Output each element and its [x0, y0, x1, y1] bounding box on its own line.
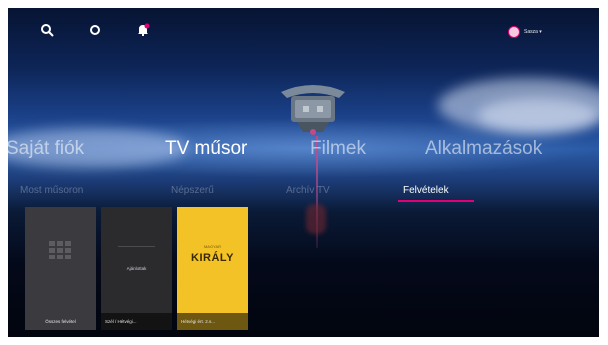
tile-recommended[interactable]: Ajánlottak Szél / Hétvégi... [101, 207, 172, 330]
profile-name: Sasza ▾ [524, 29, 542, 35]
tile-all-recordings[interactable]: Összes felvétel [25, 207, 96, 330]
tile-frame [118, 246, 155, 261]
notification-bell-icon[interactable] [135, 22, 151, 38]
airship-illustration [281, 85, 345, 135]
menu-item-sajat-fiok[interactable]: Saját fiók [8, 138, 84, 160]
settings-icon[interactable] [87, 22, 103, 38]
tab-felvetelek[interactable]: Felvételek [403, 185, 449, 196]
search-icon[interactable] [39, 22, 55, 38]
poster-title: KIRÁLY [191, 252, 234, 264]
poster-subtitle: MAGYAR [203, 244, 222, 249]
main-menu: Saját fiók TV műsor Filmek Alkalmazások [8, 138, 599, 168]
tab-nepszeru[interactable]: Népszerű [171, 185, 214, 196]
tile-caption: Szél / Hétvégi... [101, 313, 172, 330]
tile-kiraly-poster[interactable]: MAGYAR KIRÁLY Hétvégi ért. 2.s... [177, 207, 248, 330]
active-tab-underline [398, 200, 474, 202]
avatar [508, 26, 520, 38]
profile-menu[interactable]: Sasza ▾ [508, 25, 542, 39]
sub-menu: Most műsoron Népszerű Archív TV Felvétel… [8, 185, 599, 207]
menu-item-tv-musor[interactable]: TV műsor [165, 138, 247, 160]
recordings-row: Összes felvétel Ajánlottak Szél / Hétvég… [8, 207, 599, 331]
cloud-right-small [478, 98, 598, 133]
tab-archiv-tv[interactable]: Archív TV [286, 185, 330, 196]
tab-most-musoron[interactable]: Most műsoron [20, 185, 83, 196]
tv-home-screen: Sasza ▾ Saját fiók TV műsor Filmek Alkal… [8, 8, 599, 337]
tile-caption: Összes felvétel [45, 319, 76, 324]
grid-icon [49, 241, 72, 259]
menu-item-alkalmazasok[interactable]: Alkalmazások [425, 138, 542, 160]
menu-item-filmek[interactable]: Filmek [310, 138, 366, 160]
tile-center-text: Ajánlottak [126, 266, 147, 271]
tile-caption: Hétvégi ért. 2.s... [177, 313, 248, 330]
top-bar: Sasza ▾ [8, 8, 599, 58]
